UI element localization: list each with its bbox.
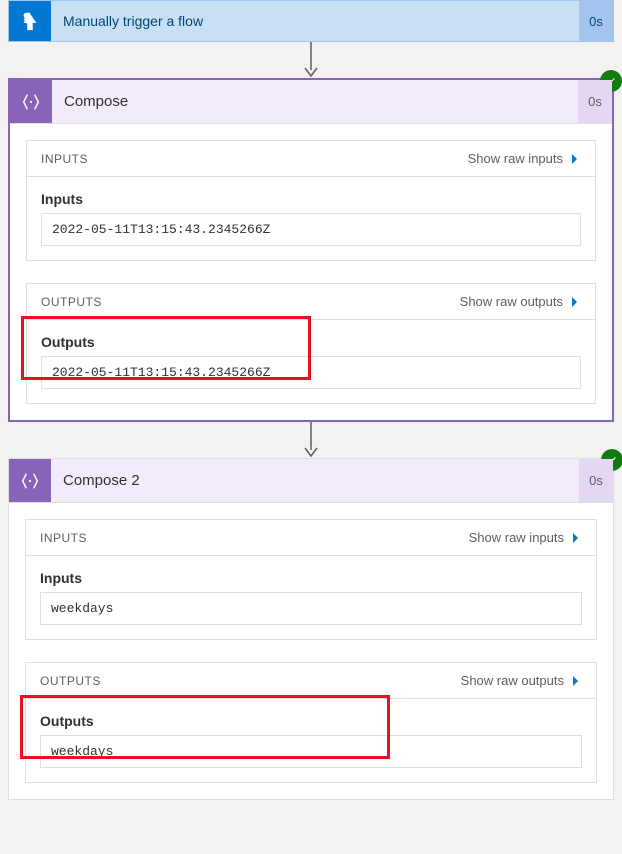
action-duration: 0s (578, 80, 612, 123)
action-header[interactable]: Compose 0s (10, 80, 612, 124)
inputs-value: weekdays (40, 592, 582, 625)
inputs-panel: INPUTS Show raw inputs Inputs weekdays (25, 519, 597, 640)
inputs-value: 2022-05-11T13:15:43.2345266Z (41, 213, 581, 246)
trigger-card[interactable]: Manually trigger a flow 0s (8, 0, 614, 42)
outputs-field-label: Outputs (40, 713, 582, 729)
raw-link-label: Show raw inputs (468, 151, 563, 166)
flow-arrow (8, 42, 614, 78)
chevron-right-icon (570, 532, 582, 544)
inputs-field-label: Inputs (40, 570, 582, 586)
compose-icon (9, 459, 51, 502)
raw-link-label: Show raw outputs (461, 673, 564, 688)
manual-trigger-icon (9, 1, 51, 41)
chevron-right-icon (569, 153, 581, 165)
outputs-panel: OUTPUTS Show raw outputs Outputs 2022-05… (26, 283, 596, 404)
compose-icon (10, 80, 52, 123)
inputs-field-label: Inputs (41, 191, 581, 207)
inputs-header: INPUTS (41, 152, 88, 166)
show-raw-outputs-link[interactable]: Show raw outputs (461, 673, 582, 688)
action-duration: 0s (579, 459, 613, 502)
trigger-title: Manually trigger a flow (51, 1, 579, 41)
trigger-duration: 0s (579, 1, 613, 41)
outputs-panel: OUTPUTS Show raw outputs Outputs weekday… (25, 662, 597, 783)
chevron-right-icon (569, 296, 581, 308)
outputs-value: weekdays (40, 735, 582, 768)
outputs-field-label: Outputs (41, 334, 581, 350)
inputs-panel: INPUTS Show raw inputs Inputs 2022-05-11… (26, 140, 596, 261)
inputs-header: INPUTS (40, 531, 87, 545)
chevron-right-icon (570, 675, 582, 687)
show-raw-outputs-link[interactable]: Show raw outputs (460, 294, 581, 309)
raw-link-label: Show raw inputs (469, 530, 564, 545)
outputs-header: OUTPUTS (40, 674, 101, 688)
action-header[interactable]: Compose 2 0s (9, 459, 613, 503)
raw-link-label: Show raw outputs (460, 294, 563, 309)
compose-card[interactable]: Compose 2 0s INPUTS Show raw inputs Inpu… (8, 458, 614, 800)
show-raw-inputs-link[interactable]: Show raw inputs (468, 151, 581, 166)
compose-card[interactable]: Compose 0s INPUTS Show raw inputs Inputs… (8, 78, 614, 422)
action-title: Compose (52, 80, 578, 123)
show-raw-inputs-link[interactable]: Show raw inputs (469, 530, 582, 545)
flow-arrow (8, 422, 614, 458)
outputs-value: 2022-05-11T13:15:43.2345266Z (41, 356, 581, 389)
outputs-header: OUTPUTS (41, 295, 102, 309)
action-title: Compose 2 (51, 459, 579, 502)
